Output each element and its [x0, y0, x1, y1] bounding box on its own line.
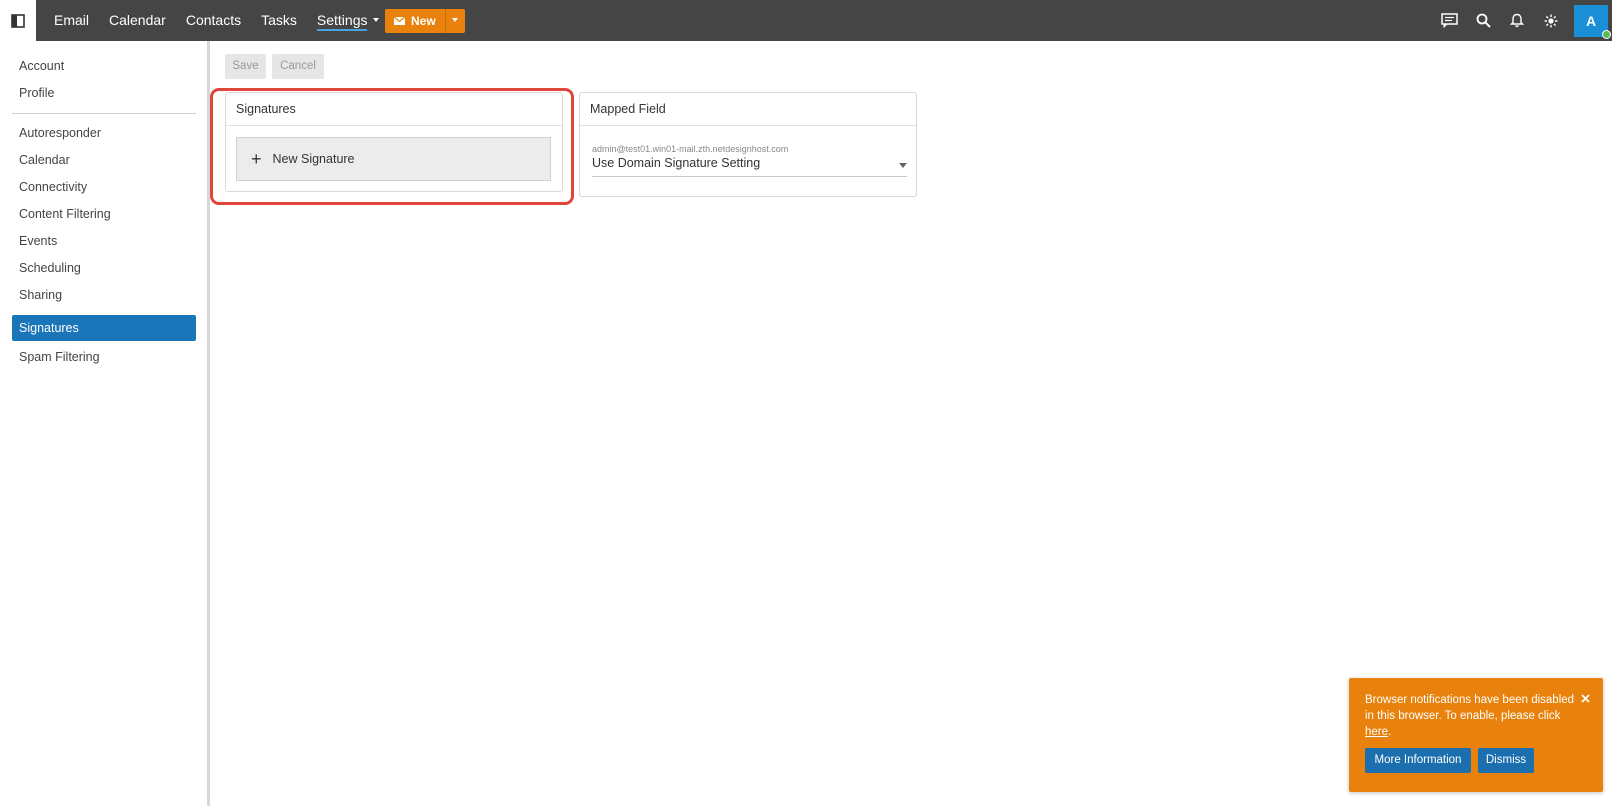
nav-calendar[interactable]: Calendar: [99, 0, 176, 41]
mapped-field-card: Mapped Field admin@test01.win01-mail.zth…: [579, 92, 917, 197]
top-icons: A: [1432, 0, 1612, 41]
nav-settings[interactable]: Settings: [307, 0, 390, 41]
sidebar-item-spam-filtering[interactable]: Spam Filtering: [12, 344, 196, 370]
sidebar-item-scheduling[interactable]: Scheduling: [12, 255, 196, 281]
sidebar-item-calendar[interactable]: Calendar: [12, 147, 196, 173]
toast-message: Browser notifications have been disabled…: [1365, 692, 1575, 740]
nav-tasks-label: Tasks: [261, 12, 297, 28]
bell-icon[interactable]: [1500, 0, 1534, 41]
sidebar-item-events[interactable]: Events: [12, 228, 196, 254]
chevron-down-icon: [899, 163, 907, 168]
nav-email[interactable]: Email: [36, 0, 99, 41]
mapped-field-card-title: Mapped Field: [580, 93, 916, 126]
presence-status-icon: [1602, 29, 1611, 39]
main-nav: Email Calendar Contacts Tasks Settings: [36, 0, 389, 41]
toast-message-text: Browser notifications have been disabled…: [1365, 694, 1575, 722]
signatures-card: Signatures + New Signature: [225, 92, 563, 192]
sidebar-divider: [12, 113, 196, 114]
toast-here-link[interactable]: here: [1365, 726, 1388, 738]
close-icon[interactable]: [1577, 690, 1593, 706]
sidebar-item-autoresponder[interactable]: Autoresponder: [12, 120, 196, 146]
new-signature-label: New Signature: [272, 152, 355, 166]
dismiss-button[interactable]: Dismiss: [1478, 748, 1534, 773]
avatar-letter: A: [1585, 12, 1597, 29]
mapped-field-selected-value: Use Domain Signature Setting: [592, 156, 761, 170]
cancel-button[interactable]: Cancel: [272, 54, 324, 79]
mapped-field-select[interactable]: Use Domain Signature Setting: [592, 156, 907, 177]
browser-notification-toast: Browser notifications have been disabled…: [1349, 678, 1603, 792]
envelope-icon: [394, 17, 405, 25]
new-button-label: New: [411, 14, 436, 28]
top-navigation-bar: Email Calendar Contacts Tasks Settings N…: [0, 0, 1612, 41]
sidebar-item-signatures[interactable]: Signatures: [12, 315, 196, 341]
chevron-down-icon: [373, 18, 380, 23]
avatar[interactable]: A: [1574, 4, 1611, 39]
new-signature-button[interactable]: + New Signature: [236, 137, 551, 181]
new-button[interactable]: New: [385, 9, 445, 33]
more-information-button[interactable]: More Information: [1365, 748, 1471, 773]
nav-settings-label: Settings: [316, 12, 368, 31]
panel-toggle-icon[interactable]: [0, 0, 36, 41]
nav-calendar-label: Calendar: [109, 12, 166, 28]
new-dropdown-button[interactable]: [444, 9, 465, 33]
save-button[interactable]: Save: [225, 54, 266, 79]
settings-sidebar: Account Profile Autoresponder Calendar C…: [0, 41, 210, 806]
nav-email-label: Email: [54, 12, 90, 28]
new-button-group: New: [385, 9, 465, 33]
nav-tasks[interactable]: Tasks: [251, 0, 307, 41]
nav-contacts[interactable]: Contacts: [176, 0, 251, 41]
chat-icon[interactable]: [1432, 0, 1466, 41]
mapped-field-email-label: admin@test01.win01-mail.zth.netdesignhos…: [592, 144, 789, 154]
sidebar-item-profile[interactable]: Profile: [12, 80, 196, 106]
sidebar-item-content-filtering[interactable]: Content Filtering: [12, 201, 196, 227]
chevron-down-icon: [452, 18, 459, 22]
plus-icon: +: [251, 149, 262, 169]
theme-sun-icon[interactable]: [1534, 0, 1568, 41]
sidebar-item-connectivity[interactable]: Connectivity: [12, 174, 196, 200]
sidebar-item-sharing[interactable]: Sharing: [12, 282, 196, 308]
signatures-card-title: Signatures: [226, 93, 562, 126]
search-icon[interactable]: [1466, 0, 1500, 41]
toast-message-period: .: [1388, 726, 1392, 738]
nav-contacts-label: Contacts: [185, 12, 242, 28]
sidebar-item-account[interactable]: Account: [12, 53, 196, 79]
